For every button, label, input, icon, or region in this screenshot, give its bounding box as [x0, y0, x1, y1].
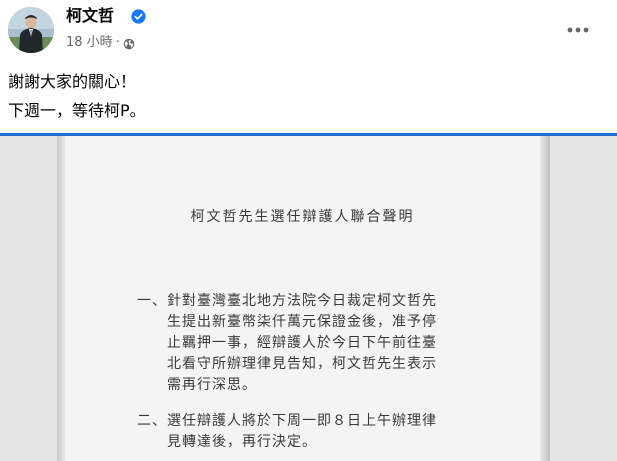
post-message-line: 謝謝大家的關心！ — [8, 72, 137, 91]
more-options-icon — [567, 27, 589, 33]
post-image[interactable]: 柯文哲先生選任辯護人聯合聲明 一、 針對臺灣臺北地方法院今日裁定柯文哲先 生提出… — [0, 136, 617, 461]
author-avatar[interactable] — [8, 7, 54, 53]
item-line: 針對臺灣臺北地方法院今日裁定柯文哲先 — [167, 293, 437, 309]
document-title: 柯文哲先生選任辯護人聯合聲明 — [190, 209, 415, 225]
item-body: 選任辯護人將於下周一即８日上午辦理律 見轉達後，再行決定。 — [167, 411, 437, 453]
avatar-photo — [8, 7, 54, 53]
item-number: 二、 — [137, 413, 167, 429]
more-options-button[interactable] — [562, 16, 594, 44]
post-message-line: 下週一，等待柯P。 — [8, 101, 146, 120]
item-line: 北看守所辦理律見告知，柯文哲先生表示 — [167, 356, 437, 372]
item-line: 需再行深思。 — [167, 377, 257, 393]
post-header: 柯文哲 18 小時 · — [0, 0, 617, 60]
statement-document: 柯文哲先生選任辯護人聯合聲明 一、 針對臺灣臺北地方法院今日裁定柯文哲先 生提出… — [65, 136, 540, 461]
item-line: 見轉達後，再行決定。 — [167, 434, 317, 450]
facebook-post: 柯文哲 18 小時 · 謝謝大家的關心！ 下週一，等待柯P。 柯文哲先生選任辯護… — [0, 0, 617, 461]
author-name[interactable]: 柯文哲 — [66, 6, 114, 26]
post-message: 謝謝大家的關心！ 下週一，等待柯P。 — [8, 67, 146, 125]
post-timestamp[interactable]: 18 小時 — [66, 34, 113, 52]
item-line: 選任辯護人將於下周一即８日上午辦理律 — [167, 413, 437, 429]
globe-icon[interactable] — [123, 38, 135, 50]
meta-separator: · — [115, 35, 120, 50]
item-number: 一、 — [137, 293, 167, 309]
item-body: 針對臺灣臺北地方法院今日裁定柯文哲先 生提出新臺幣柒仟萬元保證金後，准予停 止羈… — [167, 291, 437, 396]
verified-badge-icon — [131, 9, 146, 24]
page-shadow-right — [540, 136, 550, 461]
item-line: 止羈押一事，經辯護人於今日下午前往臺 — [167, 335, 437, 351]
item-line: 生提出新臺幣柒仟萬元保證金後，准予停 — [167, 314, 437, 330]
page-shadow-left — [57, 136, 65, 461]
post-meta: 18 小時 · — [66, 34, 135, 52]
